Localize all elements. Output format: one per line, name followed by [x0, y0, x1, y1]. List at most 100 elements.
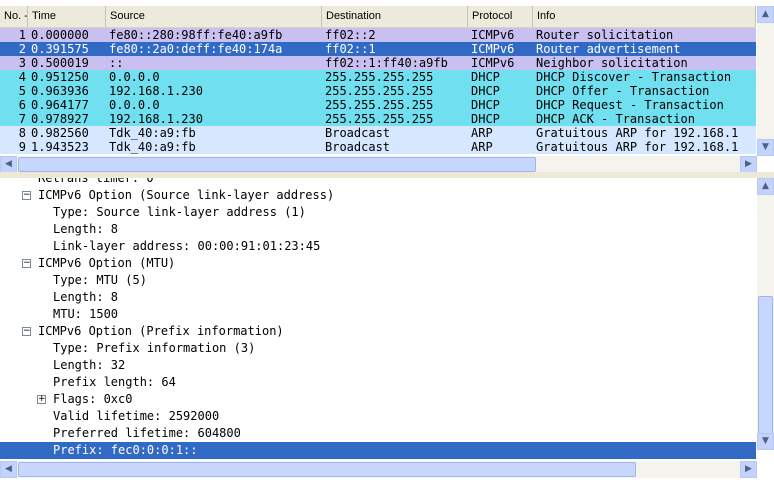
packet-row[interactable]: 9 1.943523 Tdk_40:a9:fb Broadcast ARP Gratuit… [0, 140, 756, 154]
cell-time: 0.000000 [31, 28, 89, 42]
tree-item-label: Type: Source link-layer address (1) [53, 205, 306, 219]
tree-item-label: Prefix length: 64 [53, 375, 176, 389]
cell-destination: Broadcast [325, 126, 391, 140]
collapse-icon[interactable]: − [22, 191, 31, 200]
cell-no: 7 [18, 112, 26, 126]
scroll-down-button[interactable]: ▼ [757, 139, 774, 156]
cell-protocol: DHCP [471, 84, 500, 98]
tree-item-label: Flags: 0xc0 [53, 392, 133, 406]
cell-info: Neighbor solicitation [536, 56, 688, 70]
cell-info: Router advertisement [536, 42, 681, 56]
cell-destination: 255.255.255.255 [325, 98, 434, 112]
tree-item[interactable]: Length: 8 [0, 221, 756, 238]
scroll-thumb[interactable] [758, 296, 773, 442]
cell-source: 192.168.1.230 [109, 112, 203, 126]
scroll-left-button[interactable]: ◀ [0, 156, 17, 172]
cell-destination: ff02::1:ff40:a9fb [325, 56, 448, 70]
packet-row[interactable]: 8 0.982560 Tdk_40:a9:fb Broadcast ARP Gratuit… [0, 126, 756, 140]
cell-no: 8 [18, 126, 26, 140]
cell-protocol: DHCP [471, 98, 500, 112]
scroll-down-button[interactable]: ▼ [757, 433, 774, 450]
col-info-header[interactable]: Info [533, 6, 756, 27]
cell-time: 0.978927 [31, 112, 89, 126]
cell-source: Tdk_40:a9:fb [109, 140, 196, 154]
col-no-header[interactable]: No. - [0, 6, 28, 27]
tree-item[interactable]: MTU: 1500 [0, 306, 756, 323]
tree-item-label: Link-layer address: 00:00:91:01:23:45 [53, 239, 321, 253]
cell-no: 2 [18, 42, 26, 56]
tree-item[interactable]: Prefix length: 64 [0, 374, 756, 391]
tree-item-label: Prefix: fec0:0:0:1:: [53, 443, 198, 457]
packet-row[interactable]: 1 0.000000 fe80::280:98ff:fe40:a9fb ff02::2… [0, 28, 756, 42]
cell-info: DHCP ACK - Transaction [536, 112, 695, 126]
scroll-right-button[interactable]: ▶ [740, 156, 757, 172]
cell-time: 0.963936 [31, 84, 89, 98]
tree-item-label: ICMPv6 Option (Prefix information) [38, 324, 284, 338]
cell-protocol: ARP [471, 140, 493, 154]
scroll-up-button[interactable]: ▲ [757, 178, 774, 195]
cell-info: DHCP Discover - Transaction [536, 70, 732, 84]
cell-no: 4 [18, 70, 26, 84]
packet-list-vertical-scrollbar[interactable]: ▲ ▼ [757, 6, 774, 156]
packet-details-vertical-scrollbar[interactable]: ▲ ▼ [757, 178, 774, 450]
packet-details-pane[interactable]: Retrans timer: 0− ICMPv6 Option (Source l… [0, 178, 774, 484]
cell-source: :: [109, 56, 124, 70]
packet-row[interactable]: 3 0.500019:: ff02::1:ff40:a9fb ICMPv6 Neighb… [0, 56, 756, 70]
cell-source: fe80::2a0:deff:fe40:174a [109, 42, 283, 56]
tree-item[interactable]: Length: 32 [0, 357, 756, 374]
cell-info: Gratuitous ARP for 192.168.1 [536, 126, 739, 140]
tree-item-label: Valid lifetime: 2592000 [53, 409, 220, 423]
tree-item[interactable]: Valid lifetime: 2592000 [0, 408, 756, 425]
cell-protocol: ICMPv6 [471, 56, 515, 70]
packet-row[interactable]: 5 0.963936 192.168.1.230 255.255.255.255 DHC… [0, 84, 756, 98]
tree-item-selected[interactable]: Prefix: fec0:0:0:1:: [0, 442, 756, 459]
packet-details-horizontal-scrollbar[interactable]: ◀ ▶ [0, 461, 757, 478]
cell-destination: ff02::2 [325, 28, 376, 42]
tree-item[interactable]: − ICMPv6 Option (MTU) [0, 255, 756, 272]
cell-info: DHCP Offer - Transaction [536, 84, 710, 98]
cell-protocol: ICMPv6 [471, 28, 515, 42]
col-destination-header[interactable]: Destination [322, 6, 468, 27]
col-time-header[interactable]: Time [28, 6, 106, 27]
scroll-left-button[interactable]: ◀ [0, 461, 17, 478]
tree-item-label: Retrans timer: 0 [38, 178, 154, 185]
tree-item-label: Type: Prefix information (3) [53, 341, 256, 355]
tree-item-label: Length: 8 [53, 290, 119, 304]
packet-list-horizontal-scrollbar[interactable]: ◀ ▶ [0, 156, 757, 172]
packet-row[interactable]: 4 0.951250 0.0.0.0 255.255.255.255 DHCP DHCP … [0, 70, 756, 84]
tree-item[interactable]: Type: Source link-layer address (1) [0, 204, 756, 221]
tree-item[interactable]: − ICMPv6 Option (Prefix information) [0, 323, 756, 340]
scroll-up-button[interactable]: ▲ [757, 6, 774, 23]
tree-item[interactable]: Retrans timer: 0 [0, 178, 756, 187]
packet-row[interactable]: 6 0.964177 0.0.0.0 255.255.255.255 DHCP DHCP … [0, 98, 756, 112]
cell-destination: 255.255.255.255 [325, 84, 434, 98]
tree-item[interactable]: Type: Prefix information (3) [0, 340, 756, 357]
scroll-right-button[interactable]: ▶ [740, 461, 757, 478]
cell-info: Gratuitous ARP for 192.168.1 [536, 140, 739, 154]
tree-item[interactable]: Type: MTU (5) [0, 272, 756, 289]
cell-source: 192.168.1.230 [109, 84, 203, 98]
packet-row[interactable]: 7 0.978927 192.168.1.230 255.255.255.255 DHC… [0, 112, 756, 126]
collapse-icon[interactable]: − [22, 327, 31, 336]
tree-item-label: MTU: 1500 [53, 307, 119, 321]
tree-item[interactable]: − ICMPv6 Option (Source link-layer addres… [0, 187, 756, 204]
cell-protocol: DHCP [471, 70, 500, 84]
packet-list-pane[interactable]: No. - Time Source Destination Protocol Info 1… [0, 0, 774, 173]
cell-source: 0.0.0.0 [109, 70, 160, 84]
cell-time: 0.500019 [31, 56, 89, 70]
scroll-thumb[interactable] [18, 157, 536, 172]
cell-protocol: ARP [471, 126, 493, 140]
tree-item[interactable]: + Flags: 0xc0 [0, 391, 756, 408]
tree-item[interactable]: Preferred lifetime: 604800 [0, 425, 756, 442]
tree-item[interactable]: Link-layer address: 00:00:91:01:23:45 [0, 238, 756, 255]
tree-item-label: ICMPv6 Option (Source link-layer address… [38, 188, 335, 202]
packet-row[interactable]: 2 0.391575 fe80::2a0:deff:fe40:174a ff02::1… [0, 42, 756, 56]
tree-item[interactable]: Length: 8 [0, 289, 756, 306]
col-protocol-header[interactable]: Protocol [468, 6, 533, 27]
col-source-header[interactable]: Source [106, 6, 322, 27]
expand-icon[interactable]: + [37, 395, 46, 404]
cell-protocol: DHCP [471, 112, 500, 126]
cell-destination: 255.255.255.255 [325, 112, 434, 126]
scroll-thumb[interactable] [18, 462, 636, 477]
collapse-icon[interactable]: − [22, 259, 31, 268]
